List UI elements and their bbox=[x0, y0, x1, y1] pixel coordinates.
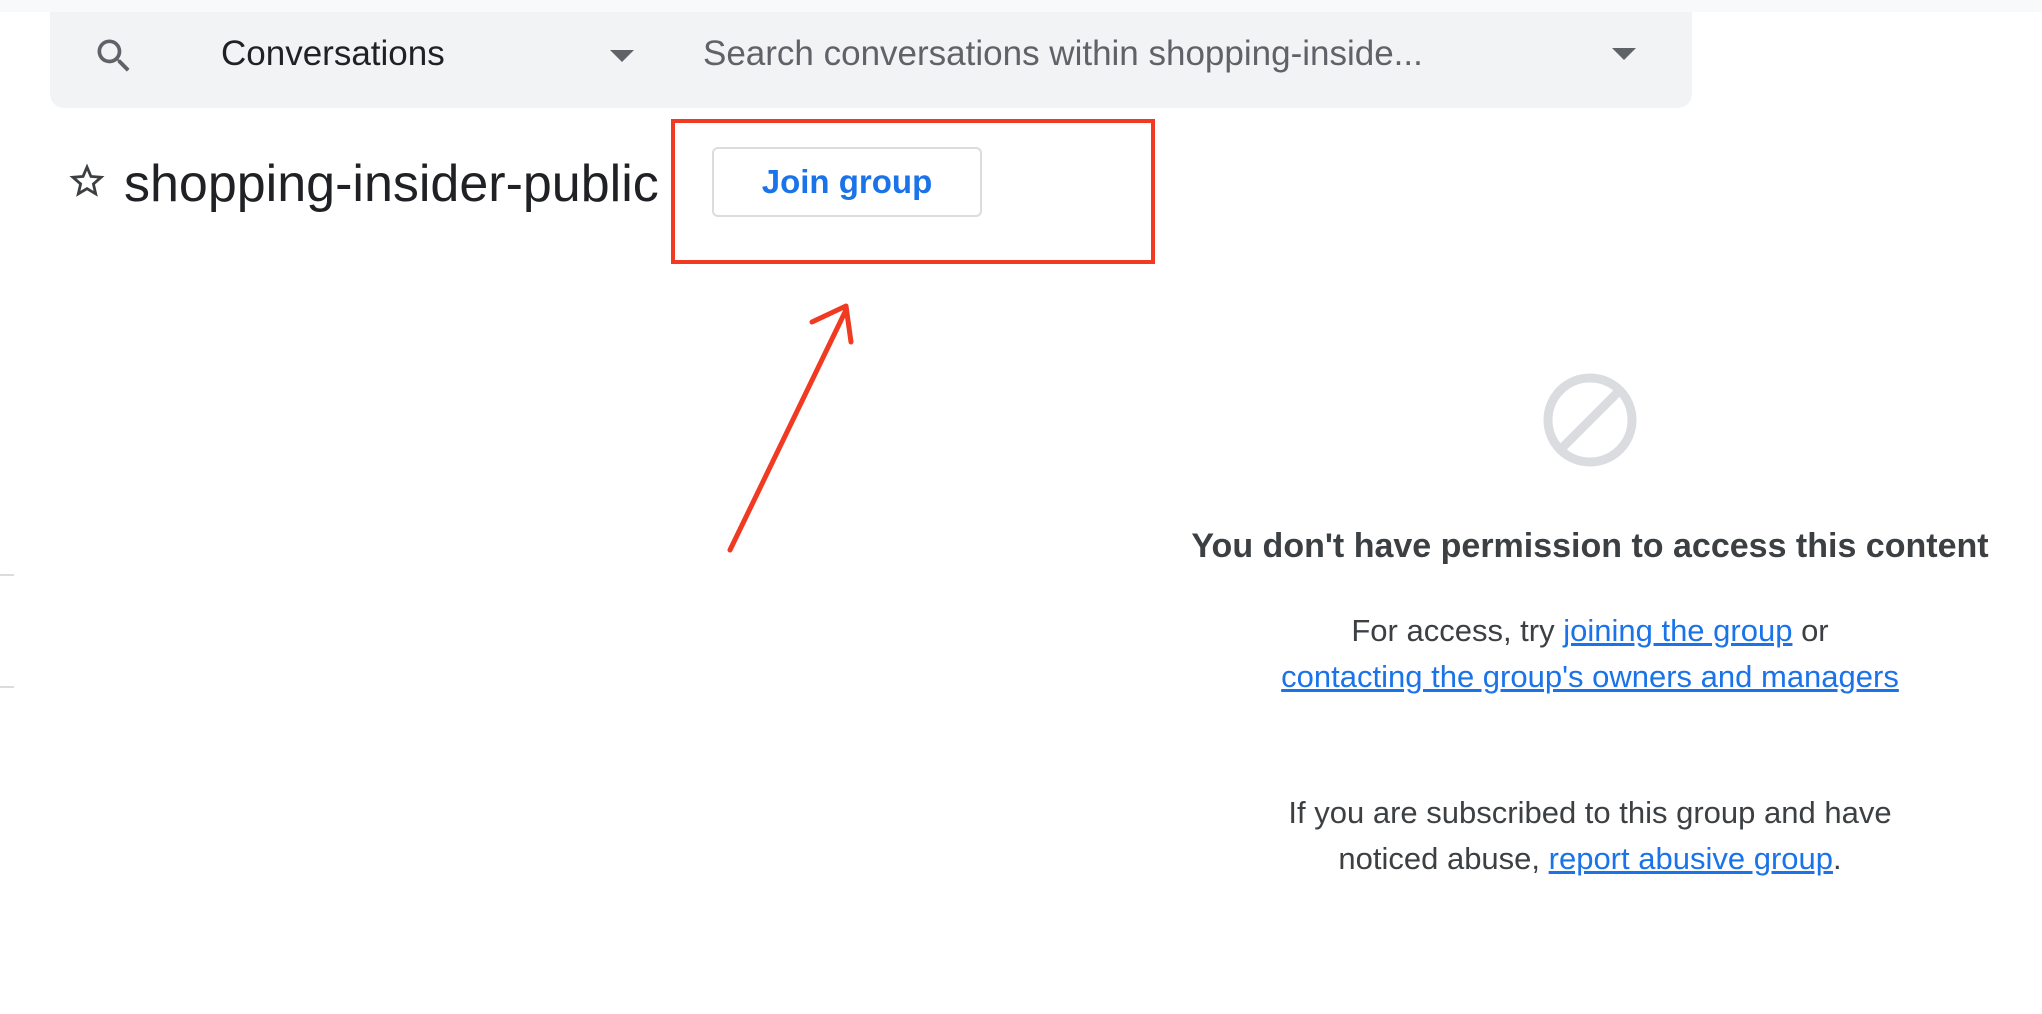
report-abuse-link[interactable]: report abusive group bbox=[1549, 841, 1833, 876]
access-help-text: For access, try joining the group or con… bbox=[1240, 608, 1940, 700]
top-strip bbox=[0, 0, 2042, 12]
chevron-down-icon[interactable] bbox=[1612, 48, 1636, 60]
edge-tick bbox=[0, 574, 14, 576]
abuse-help-suffix: . bbox=[1832, 841, 1842, 876]
edge-tick bbox=[0, 686, 14, 688]
abuse-help-text: If you are subscribed to this group and … bbox=[1240, 790, 1940, 882]
chevron-down-icon[interactable] bbox=[610, 50, 634, 62]
join-group-link[interactable]: joining the group bbox=[1563, 613, 1792, 648]
contact-owners-link[interactable]: contacting the group's owners and manage… bbox=[1281, 659, 1899, 694]
star-outline-icon[interactable] bbox=[66, 160, 108, 202]
permission-title: You don't have permission to access this… bbox=[1191, 527, 1989, 565]
access-help-middle: or bbox=[1792, 613, 1829, 648]
access-help-prefix: For access, try bbox=[1351, 613, 1564, 648]
annotation-highlight-box bbox=[671, 119, 1155, 264]
block-icon bbox=[1543, 373, 1637, 467]
search-input[interactable] bbox=[703, 28, 1583, 80]
search-icon[interactable] bbox=[92, 34, 136, 78]
group-title: shopping-insider-public bbox=[124, 155, 659, 213]
search-bar: Conversations bbox=[50, 12, 1692, 108]
search-scope-label[interactable]: Conversations bbox=[221, 32, 445, 76]
